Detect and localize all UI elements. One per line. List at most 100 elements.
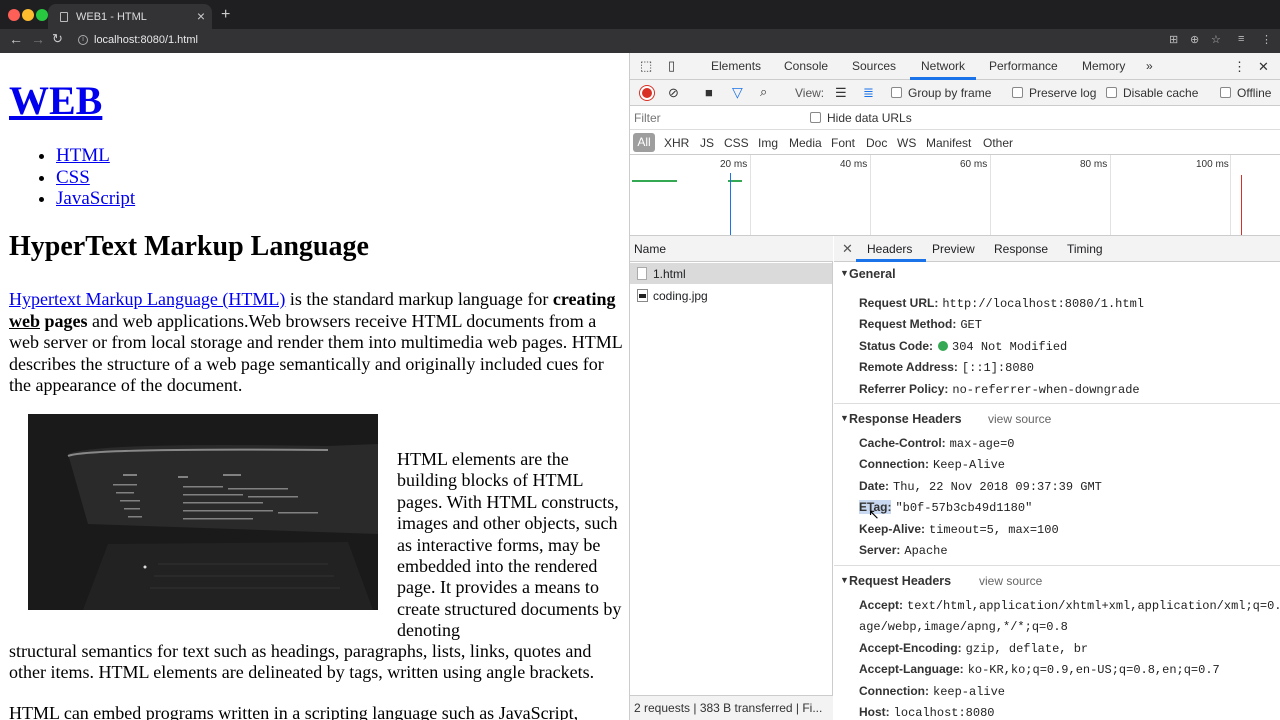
site-heading: WEB — [9, 77, 102, 124]
tab-sources[interactable]: Sources — [852, 59, 896, 73]
search-icon[interactable]: ⌕ — [760, 84, 767, 100]
clear-icon[interactable]: ⊘ — [668, 85, 679, 101]
group-by-frame-checkbox[interactable] — [891, 87, 902, 98]
request-row[interactable]: 1.html — [630, 263, 832, 284]
header-value: timeout=5, max=100 — [929, 523, 1059, 537]
embed-paragraph: HTML can embed programs written in a scr… — [9, 703, 579, 720]
elements-paragraph-continued: structural semantics for text such as he… — [9, 641, 595, 683]
timeline-tick — [990, 155, 991, 235]
nav-link-javascript[interactable]: JavaScript — [56, 188, 135, 209]
tab-preview[interactable]: Preview — [932, 242, 975, 256]
maximize-window-button[interactable] — [36, 9, 48, 21]
menu-icon[interactable]: ⋮ — [1261, 33, 1272, 46]
timeline-label: 80 ms — [1080, 159, 1108, 170]
header-key: Accept-Language: — [859, 662, 964, 676]
nav-link-html[interactable]: HTML — [56, 145, 110, 166]
type-filter-xhr[interactable]: XHR — [664, 136, 689, 150]
details-tabbar: ✕ Headers Preview Response Timing — [834, 236, 1280, 262]
html-wiki-link[interactable]: Hypertext Markup Language (HTML) — [9, 289, 285, 309]
general-section-header[interactable]: ▼ General — [834, 262, 1280, 286]
close-details-icon[interactable]: ✕ — [842, 241, 853, 257]
header-row: ETag: "b0f-57b3cb49d1180" — [859, 500, 1032, 515]
translate-icon[interactable]: ⊞ — [1169, 33, 1178, 46]
header-row: Status Code: 304 Not Modified — [859, 339, 1067, 354]
filter-input[interactable] — [634, 109, 794, 127]
close-devtools-icon[interactable]: ✕ — [1258, 59, 1269, 75]
type-filter-ws[interactable]: WS — [897, 136, 916, 150]
reload-icon[interactable]: ↻ — [52, 31, 63, 47]
preserve-log-checkbox[interactable] — [1012, 87, 1023, 98]
network-timeline: 20 ms 40 ms 60 ms 80 ms 100 ms — [630, 155, 1280, 236]
type-filter-other[interactable]: Other — [983, 136, 1013, 150]
type-filter-img[interactable]: Img — [758, 136, 778, 150]
type-filter-media[interactable]: Media — [789, 136, 822, 150]
view-source-link[interactable]: view source — [979, 574, 1042, 588]
offline-checkbox[interactable] — [1220, 87, 1231, 98]
new-tab-button[interactable]: + — [221, 6, 230, 24]
info-icon[interactable]: i — [78, 35, 88, 45]
request-headers-section-header[interactable]: ▼ Request Headers view source — [834, 565, 1280, 593]
nav-list: HTML CSS JavaScript — [56, 145, 135, 210]
back-icon[interactable]: ← — [9, 31, 23, 47]
list-view-icon[interactable]: ☰ — [835, 85, 847, 101]
tab-memory[interactable]: Memory — [1082, 59, 1125, 73]
header-row: Keep-Alive: timeout=5, max=100 — [859, 522, 1059, 537]
close-tab-icon[interactable]: × — [197, 8, 205, 24]
type-filter-font[interactable]: Font — [831, 136, 855, 150]
header-key: Connection: — [859, 457, 929, 471]
elements-paragraph: HTML elements are the building blocks of… — [397, 449, 622, 641]
hide-data-urls-checkbox[interactable] — [810, 112, 821, 123]
name-column-header[interactable]: Name — [630, 236, 833, 262]
tab-performance[interactable]: Performance — [989, 59, 1058, 73]
header-key: Remote Address: — [859, 360, 958, 374]
browser-toolbar: ← → ↻ i localhost:8080/1.html ⊞ ⊕ ☆ ≡ ⋮ — [0, 29, 1280, 53]
response-headers-section-header[interactable]: ▼ Response Headers view source — [834, 403, 1280, 431]
header-value: GET — [960, 318, 982, 332]
tab-elements[interactable]: Elements — [711, 59, 761, 73]
view-source-link[interactable]: view source — [988, 412, 1051, 426]
group-by-frame-label: Group by frame — [908, 86, 992, 100]
timeline-label: 20 ms — [720, 159, 748, 170]
site-heading-link[interactable]: WEB — [9, 78, 102, 123]
nav-item: JavaScript — [56, 188, 135, 210]
type-filter-doc[interactable]: Doc — [866, 136, 887, 150]
browser-tab[interactable]: WEB1 - HTML × — [48, 4, 212, 31]
request-row[interactable]: coding.jpg — [630, 285, 832, 306]
bookmark-star-icon[interactable]: ☆ — [1211, 33, 1221, 46]
more-tabs-icon[interactable]: » — [1146, 59, 1153, 73]
device-toolbar-icon[interactable]: ▯ — [668, 58, 675, 74]
tab-response[interactable]: Response — [994, 242, 1048, 256]
minimize-window-button[interactable] — [22, 9, 34, 21]
header-value: no-referrer-when-downgrade — [952, 383, 1140, 397]
tab-timing[interactable]: Timing — [1067, 242, 1103, 256]
header-row: Connection: keep-alive — [859, 684, 1005, 699]
close-window-button[interactable] — [8, 9, 20, 21]
tab-headers[interactable]: Headers — [867, 242, 912, 256]
request-bar — [632, 180, 677, 182]
name-header-label: Name — [634, 242, 667, 256]
waterfall-icon[interactable]: ≣ — [863, 85, 874, 101]
address-bar[interactable]: localhost:8080/1.html — [94, 34, 198, 46]
header-value: [::1]:8080 — [961, 361, 1034, 375]
zoom-icon[interactable]: ⊕ — [1190, 33, 1199, 46]
nav-link-css[interactable]: CSS — [56, 167, 90, 188]
record-icon[interactable] — [640, 86, 654, 100]
forward-icon[interactable]: → — [31, 31, 45, 47]
type-filter-all[interactable]: All — [633, 133, 655, 152]
screenshot-icon[interactable]: ■ — [705, 85, 713, 100]
extension-icon[interactable]: ≡ — [1238, 33, 1244, 45]
tab-network[interactable]: Network — [921, 59, 965, 73]
tab-console[interactable]: Console — [784, 59, 828, 73]
header-key: Accept: — [859, 598, 904, 612]
request-details: ✕ Headers Preview Response Timing ▼ Gene… — [834, 236, 1280, 720]
type-filter-manifest[interactable]: Manifest — [926, 136, 971, 150]
type-filter-css[interactable]: CSS — [724, 136, 749, 150]
preserve-log-label: Preserve log — [1029, 86, 1097, 100]
inspect-icon[interactable]: ⬚ — [640, 58, 652, 74]
header-row: age/webp,image/apng,*/*;q=0.8 — [859, 619, 1068, 634]
filter-icon[interactable]: ▽ — [732, 84, 743, 101]
header-value: Thu, 22 Nov 2018 09:37:39 GMT — [893, 480, 1102, 494]
disable-cache-checkbox[interactable] — [1106, 87, 1117, 98]
type-filter-js[interactable]: JS — [700, 136, 714, 150]
devtools-menu-icon[interactable]: ⋮ — [1233, 59, 1246, 75]
